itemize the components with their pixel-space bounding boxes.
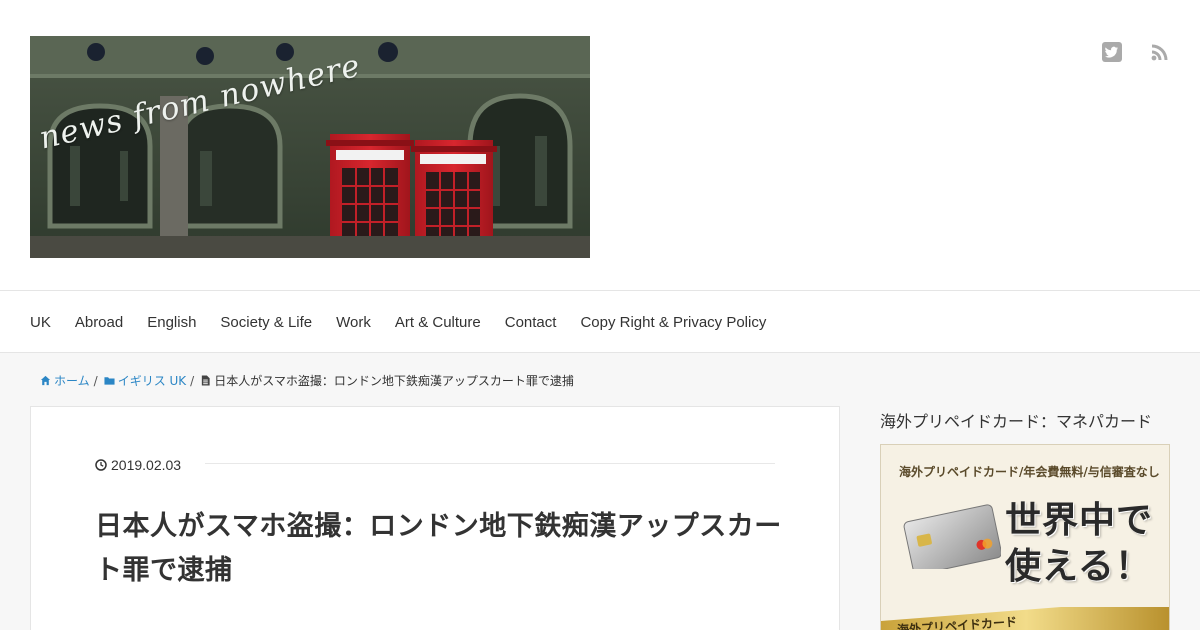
nav-item-abroad[interactable]: Abroad [75, 314, 123, 331]
breadcrumb-current: 日本人がスマホ盗撮：ロンドン地下鉄痴漢アップスカート罪で逮捕 [200, 372, 574, 389]
ad-headline-line2: 使える！ [1005, 545, 1152, 587]
social-icons [1102, 42, 1170, 62]
breadcrumb-separator: / [93, 373, 98, 388]
rss-icon[interactable] [1150, 42, 1170, 62]
nav-item-work[interactable]: Work [336, 314, 371, 331]
credit-card-image [903, 504, 1001, 569]
twitter-icon[interactable] [1102, 42, 1122, 62]
nav-item-uk[interactable]: UK [30, 314, 51, 331]
prepaid-card-ad-banner[interactable]: 海外プリペイドカード/年会費無料/与信審査なし 世界中で 使える！ 海外プリペイ… [880, 444, 1170, 630]
date-divider [205, 463, 775, 464]
clock-icon [95, 459, 107, 471]
ad-top-text: 海外プリペイドカード/年会費無料/与信審査なし [899, 465, 1160, 479]
breadcrumb-separator: / [190, 373, 195, 388]
breadcrumb: ホーム / イギリス UK / 日本人がスマホ盗撮：ロンドン地下鉄痴漢アップスカ… [40, 372, 574, 389]
post-date-value: 2019.02.03 [111, 457, 182, 473]
post-title: 日本人がスマホ盗撮：ロンドン地下鉄痴漢アップスカート罪で逮捕 [95, 511, 782, 586]
global-nav: UK Abroad English Society & Life Work Ar… [0, 291, 1200, 353]
file-text-icon [202, 375, 210, 386]
breadcrumb-home-link[interactable]: ホーム [40, 372, 90, 389]
nav-item-art-culture[interactable]: Art & Culture [395, 314, 481, 331]
nav-item-copyright-privacy[interactable]: Copy Right & Privacy Policy [580, 314, 766, 331]
article-card: 2019.02.03 日本人がスマホ盗撮：ロンドン地下鉄痴漢アップスカート罪で逮… [30, 406, 840, 630]
breadcrumb-current-label: 日本人がスマホ盗撮：ロンドン地下鉄痴漢アップスカート罪で逮捕 [214, 374, 574, 388]
breadcrumb-home-label: ホーム [54, 374, 90, 388]
folder-icon [104, 377, 115, 385]
nav-item-society-life[interactable]: Society & Life [220, 314, 312, 331]
site-header: news from nowhere [0, 0, 1200, 291]
site-logo-banner[interactable]: news from nowhere [30, 36, 590, 258]
nav-list: UK Abroad English Society & Life Work Ar… [30, 291, 1200, 353]
post-date: 2019.02.03 [95, 457, 181, 473]
breadcrumb-category-label: イギリス UK [117, 374, 187, 388]
sidebar-widget-title: 海外プリペイドカード：マネパカード [880, 412, 1153, 431]
home-icon [40, 375, 51, 386]
ad-headline-line1: 世界中で [1005, 499, 1154, 541]
nav-item-contact[interactable]: Contact [505, 314, 557, 331]
nav-item-english[interactable]: English [147, 314, 196, 331]
breadcrumb-category-link[interactable]: イギリス UK [104, 372, 186, 389]
